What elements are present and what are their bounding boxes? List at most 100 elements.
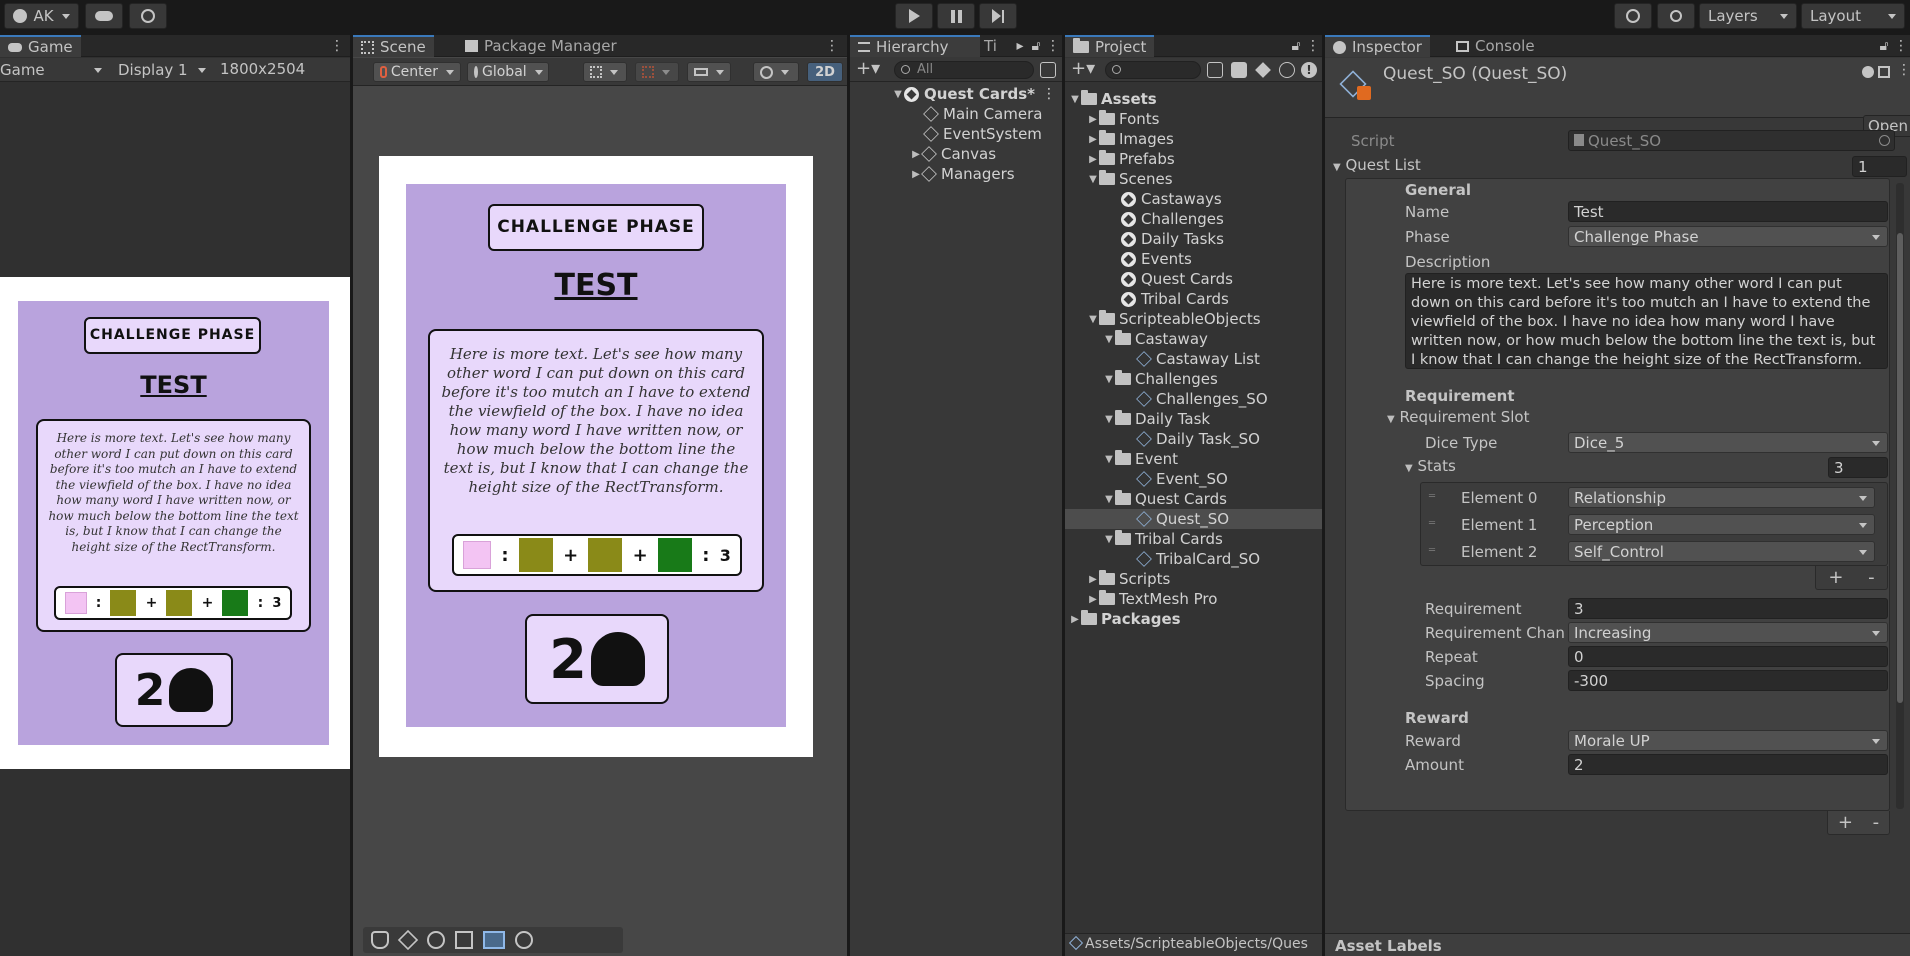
phase-dropdown[interactable]: Challenge Phase [1568, 226, 1888, 247]
pivot-dropdown[interactable]: Center [373, 62, 461, 82]
filter-type-icon[interactable] [1231, 62, 1247, 78]
scene-visibility-icon[interactable] [1040, 62, 1056, 78]
game-menu-icon[interactable]: ⋮ [330, 37, 344, 55]
increment-snap-dropdown[interactable] [687, 62, 731, 82]
render-mode-dropdown[interactable] [753, 62, 799, 82]
project-scene-asset[interactable]: Castaways [1065, 189, 1322, 209]
resolution-dropdown[interactable]: 1800x2504 [218, 60, 348, 80]
project-folder[interactable]: ▼ ScripteableObjects [1065, 309, 1322, 329]
tab-hierarchy[interactable]: Hierarchy [850, 35, 980, 57]
tab-overflow-icon[interactable]: ▸ [1014, 37, 1026, 55]
move-tool-icon[interactable] [397, 929, 419, 951]
project-folder[interactable]: ▼ Scenes [1065, 169, 1322, 189]
scene-menu-icon[interactable]: ⋮ [1042, 86, 1056, 102]
component-menu-icon[interactable]: ⋮ [1897, 62, 1910, 78]
transform-tool-icon[interactable] [515, 931, 533, 949]
project-folder[interactable]: ▼ Tribal Cards [1065, 529, 1322, 549]
step-button[interactable] [979, 3, 1017, 29]
inspector-menu-icon[interactable]: ⋮ [1894, 37, 1908, 55]
project-folder[interactable]: ▶ Scripts [1065, 569, 1322, 589]
layout-dropdown[interactable]: Layout [1801, 3, 1905, 29]
hierarchy-item[interactable]: ▶ Canvas [850, 144, 1062, 164]
search-by-scene-icon[interactable] [1207, 62, 1223, 78]
project-scene-asset[interactable]: Quest Cards [1065, 269, 1322, 289]
project-so-asset[interactable]: Daily Task_SO [1065, 429, 1322, 449]
inspector-scrollbar[interactable] [1896, 183, 1904, 809]
reward-dropdown[interactable]: Morale UP [1568, 730, 1888, 751]
lock-icon[interactable]: 🔓︎ [1030, 37, 1042, 55]
tab-scene[interactable]: Scene [353, 35, 434, 57]
create-dropdown[interactable]: +▾ [1071, 60, 1101, 80]
project-scene-asset[interactable]: Daily Tasks [1065, 229, 1322, 249]
project-folder[interactable]: ▼ Assets [1065, 89, 1322, 109]
spacing-field[interactable]: -300 [1568, 670, 1888, 691]
quest-list-foldout[interactable]: ▼ Quest List [1333, 156, 1421, 174]
scale-tool-icon[interactable] [455, 931, 473, 949]
stats-count[interactable]: 3 [1828, 457, 1888, 478]
project-so-asset[interactable]: Castaway List [1065, 349, 1322, 369]
repeat-field[interactable]: 0 [1568, 646, 1888, 667]
preset-icon[interactable] [1878, 66, 1890, 78]
hierarchy-item[interactable]: Main Camera [850, 104, 1062, 124]
project-search-input[interactable] [1105, 61, 1201, 79]
requirement-field[interactable]: 3 [1568, 598, 1888, 619]
project-folder[interactable]: ▼ Event [1065, 449, 1322, 469]
tab-timeline[interactable]: Ti [976, 35, 1005, 57]
name-field[interactable]: Test [1568, 201, 1888, 222]
project-scene-asset[interactable]: Challenges [1065, 209, 1322, 229]
toggle-2d-button[interactable]: 2D [807, 62, 843, 82]
undo-history-button[interactable] [1614, 3, 1652, 29]
pause-button[interactable] [937, 3, 975, 29]
tab-project[interactable]: Project [1065, 35, 1155, 57]
element-0-dropdown[interactable]: Relationship [1568, 487, 1875, 508]
project-menu-icon[interactable]: ⋮ [1306, 37, 1320, 55]
cloud-button[interactable] [85, 3, 123, 29]
tab-inspector[interactable]: Inspector [1325, 35, 1430, 57]
layers-dropdown[interactable]: Layers [1699, 3, 1797, 29]
lock-icon[interactable]: 🔓︎ [1290, 37, 1302, 55]
drag-handle-icon[interactable]: ═ [1429, 518, 1435, 529]
warning-icon[interactable]: ! [1301, 62, 1317, 78]
project-folder[interactable]: ▼ Challenges [1065, 369, 1322, 389]
requirement-change-dropdown[interactable]: Increasing [1568, 622, 1888, 643]
requirement-slot-foldout[interactable]: ▼ Requirement Slot [1387, 408, 1529, 426]
hand-tool-icon[interactable] [371, 931, 389, 949]
hierarchy-item[interactable]: ▶ Managers [850, 164, 1062, 184]
account-dropdown[interactable]: AK [4, 3, 79, 29]
scene-menu-icon[interactable]: ⋮ [825, 37, 839, 55]
quest-add-button[interactable]: + [1838, 812, 1853, 833]
project-so-asset[interactable]: Challenges_SO [1065, 389, 1322, 409]
project-folder[interactable]: ▶ Images [1065, 129, 1322, 149]
project-folder[interactable]: ▼ Castaway [1065, 329, 1322, 349]
help-icon[interactable] [1862, 66, 1874, 78]
tab-console[interactable]: Console [1448, 35, 1543, 57]
project-folder[interactable]: ▶ Prefabs [1065, 149, 1322, 169]
rect-tool-icon[interactable] [483, 931, 505, 949]
object-picker-icon[interactable] [1879, 135, 1890, 146]
stats-remove-button[interactable]: - [1868, 567, 1875, 588]
amount-field[interactable]: 2 [1568, 754, 1888, 775]
project-folder[interactable]: ▶ TextMesh Pro [1065, 589, 1322, 609]
asset-labels-bar[interactable]: Asset Labels [1325, 933, 1910, 956]
hierarchy-search-input[interactable]: All [894, 61, 1034, 79]
drag-handle-icon[interactable]: ═ [1429, 545, 1435, 556]
collab-button[interactable] [129, 3, 167, 29]
tab-package-manager[interactable]: Package Manager [457, 35, 625, 57]
project-scene-asset[interactable]: Tribal Cards [1065, 289, 1322, 309]
quest-list-count[interactable]: 1 [1852, 156, 1907, 177]
project-folder[interactable]: ▼ Quest Cards [1065, 489, 1322, 509]
description-textarea[interactable]: Here is more text. Let's see how many ot… [1405, 273, 1888, 369]
drag-handle-icon[interactable]: ═ [1429, 491, 1435, 502]
stats-add-button[interactable]: + [1828, 567, 1843, 588]
view-mode-dropdown[interactable]: Game [0, 60, 108, 80]
favorite-icon[interactable] [1279, 62, 1295, 78]
project-so-asset-selected[interactable]: Quest_SO [1065, 509, 1322, 529]
dice-type-dropdown[interactable]: Dice_5 [1568, 432, 1888, 453]
tab-game[interactable]: Game [0, 35, 81, 57]
hierarchy-scene-row[interactable]: ▼ Quest Cards* ⋮ [850, 84, 1062, 104]
project-scene-asset[interactable]: Events [1065, 249, 1322, 269]
element-2-dropdown[interactable]: Self_Control [1568, 541, 1875, 562]
play-button[interactable] [895, 3, 933, 29]
lock-icon[interactable]: 🔓︎ [1878, 37, 1890, 55]
display-dropdown[interactable]: Display 1 [112, 60, 212, 80]
